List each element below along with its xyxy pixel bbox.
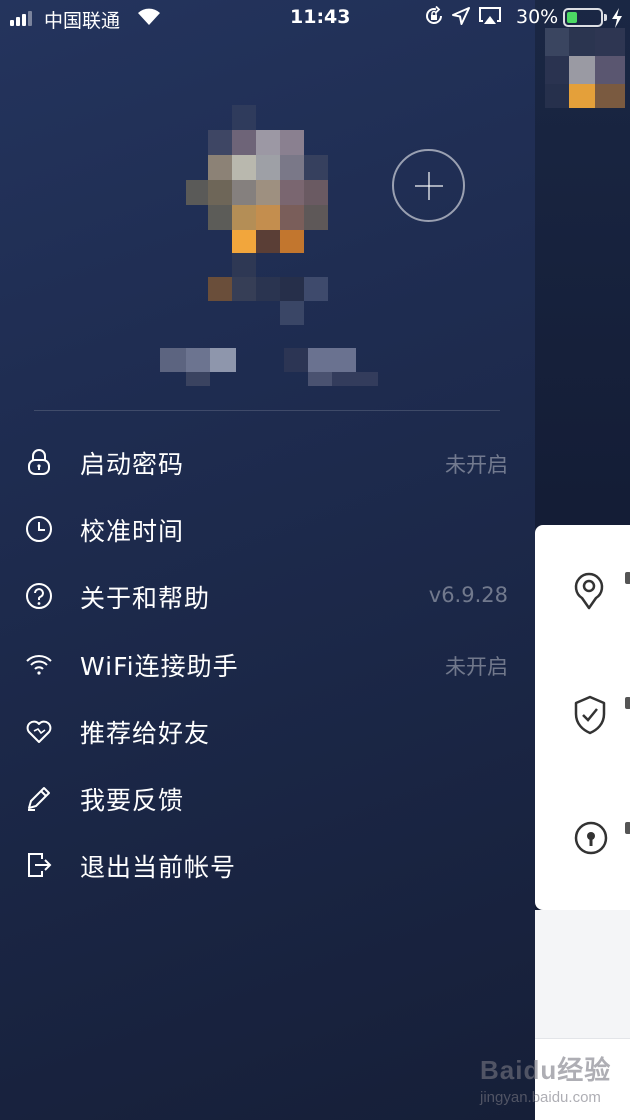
profile-divider xyxy=(34,410,500,411)
logout-icon xyxy=(25,851,53,879)
main-screen-background[interactable] xyxy=(535,0,630,1120)
status-bar: 中国联通 11:43 30% xyxy=(0,0,630,36)
rotation-lock-icon xyxy=(426,6,442,24)
menu-item-label: 启动密码 xyxy=(80,450,185,479)
carrier-name: 中国联通 xyxy=(44,10,121,32)
location-arrow-icon xyxy=(452,7,470,25)
clock-icon xyxy=(25,515,53,543)
battery-icon xyxy=(563,8,603,27)
menu-item-label: 推荐给好友 xyxy=(80,718,211,748)
avatar[interactable] xyxy=(160,105,390,390)
menu-item-label: 校准时间 xyxy=(80,517,185,547)
pen-icon xyxy=(25,784,53,812)
airplay-icon xyxy=(479,7,501,24)
menu-item-wifi-assistant[interactable]: WiFi连接助手 未开启 xyxy=(0,632,535,699)
main-feature-row-keyhole[interactable] xyxy=(535,790,630,890)
drawer-menu: 启动密码 未开启 校准时间 关于和帮助 v6.9.28 WiFi连接助手 未开启… xyxy=(0,430,535,900)
add-account-button[interactable] xyxy=(392,149,465,222)
main-feature-row-shield[interactable] xyxy=(535,665,630,765)
main-feature-row-location[interactable] xyxy=(535,540,630,640)
menu-item-status: 未开启 xyxy=(445,654,508,679)
menu-item-calibrate-time[interactable]: 校准时间 xyxy=(0,497,535,564)
shield-check-icon xyxy=(574,695,606,735)
charging-bolt-icon xyxy=(612,8,622,28)
menu-item-label: WiFi连接助手 xyxy=(80,651,239,681)
status-icons xyxy=(424,6,502,26)
menu-item-startup-password[interactable]: 启动密码 未开启 xyxy=(0,430,535,497)
side-drawer: 启动密码 未开启 校准时间 关于和帮助 v6.9.28 WiFi连接助手 未开启… xyxy=(0,0,535,1120)
heart-icon xyxy=(25,717,53,745)
wifi-icon xyxy=(137,7,161,32)
watermark-brand: Baidu经验 xyxy=(480,1055,612,1085)
app-version: v6.9.28 xyxy=(428,583,508,608)
signal-icon xyxy=(10,11,32,26)
plus-icon xyxy=(414,171,443,200)
battery-cap xyxy=(604,14,607,21)
menu-item-label: 退出当前帐号 xyxy=(80,853,237,883)
menu-item-status: 未开启 xyxy=(445,453,508,477)
wifi-icon xyxy=(25,650,53,678)
location-pin-icon xyxy=(574,572,604,610)
watermark-url: jingyan.baidu.com xyxy=(480,1089,601,1106)
battery-percent: 30% xyxy=(516,6,559,28)
lock-icon xyxy=(25,448,53,476)
keyhole-icon xyxy=(574,821,608,855)
baidu-watermark: Baidu经验 jingyan.baidu.com xyxy=(480,1050,620,1110)
help-circle-icon xyxy=(25,582,53,610)
menu-item-label: 关于和帮助 xyxy=(80,584,211,614)
menu-item-logout[interactable]: 退出当前帐号 xyxy=(0,833,535,900)
main-feature-card xyxy=(535,525,630,910)
menu-item-about-help[interactable]: 关于和帮助 v6.9.28 xyxy=(0,564,535,631)
menu-item-feedback[interactable]: 我要反馈 xyxy=(0,766,535,833)
menu-item-label: 我要反馈 xyxy=(80,785,185,815)
menu-item-recommend-friends[interactable]: 推荐给好友 xyxy=(0,699,535,766)
clock-time: 11:43 xyxy=(290,6,351,28)
main-avatar-thumbnail xyxy=(545,28,625,108)
